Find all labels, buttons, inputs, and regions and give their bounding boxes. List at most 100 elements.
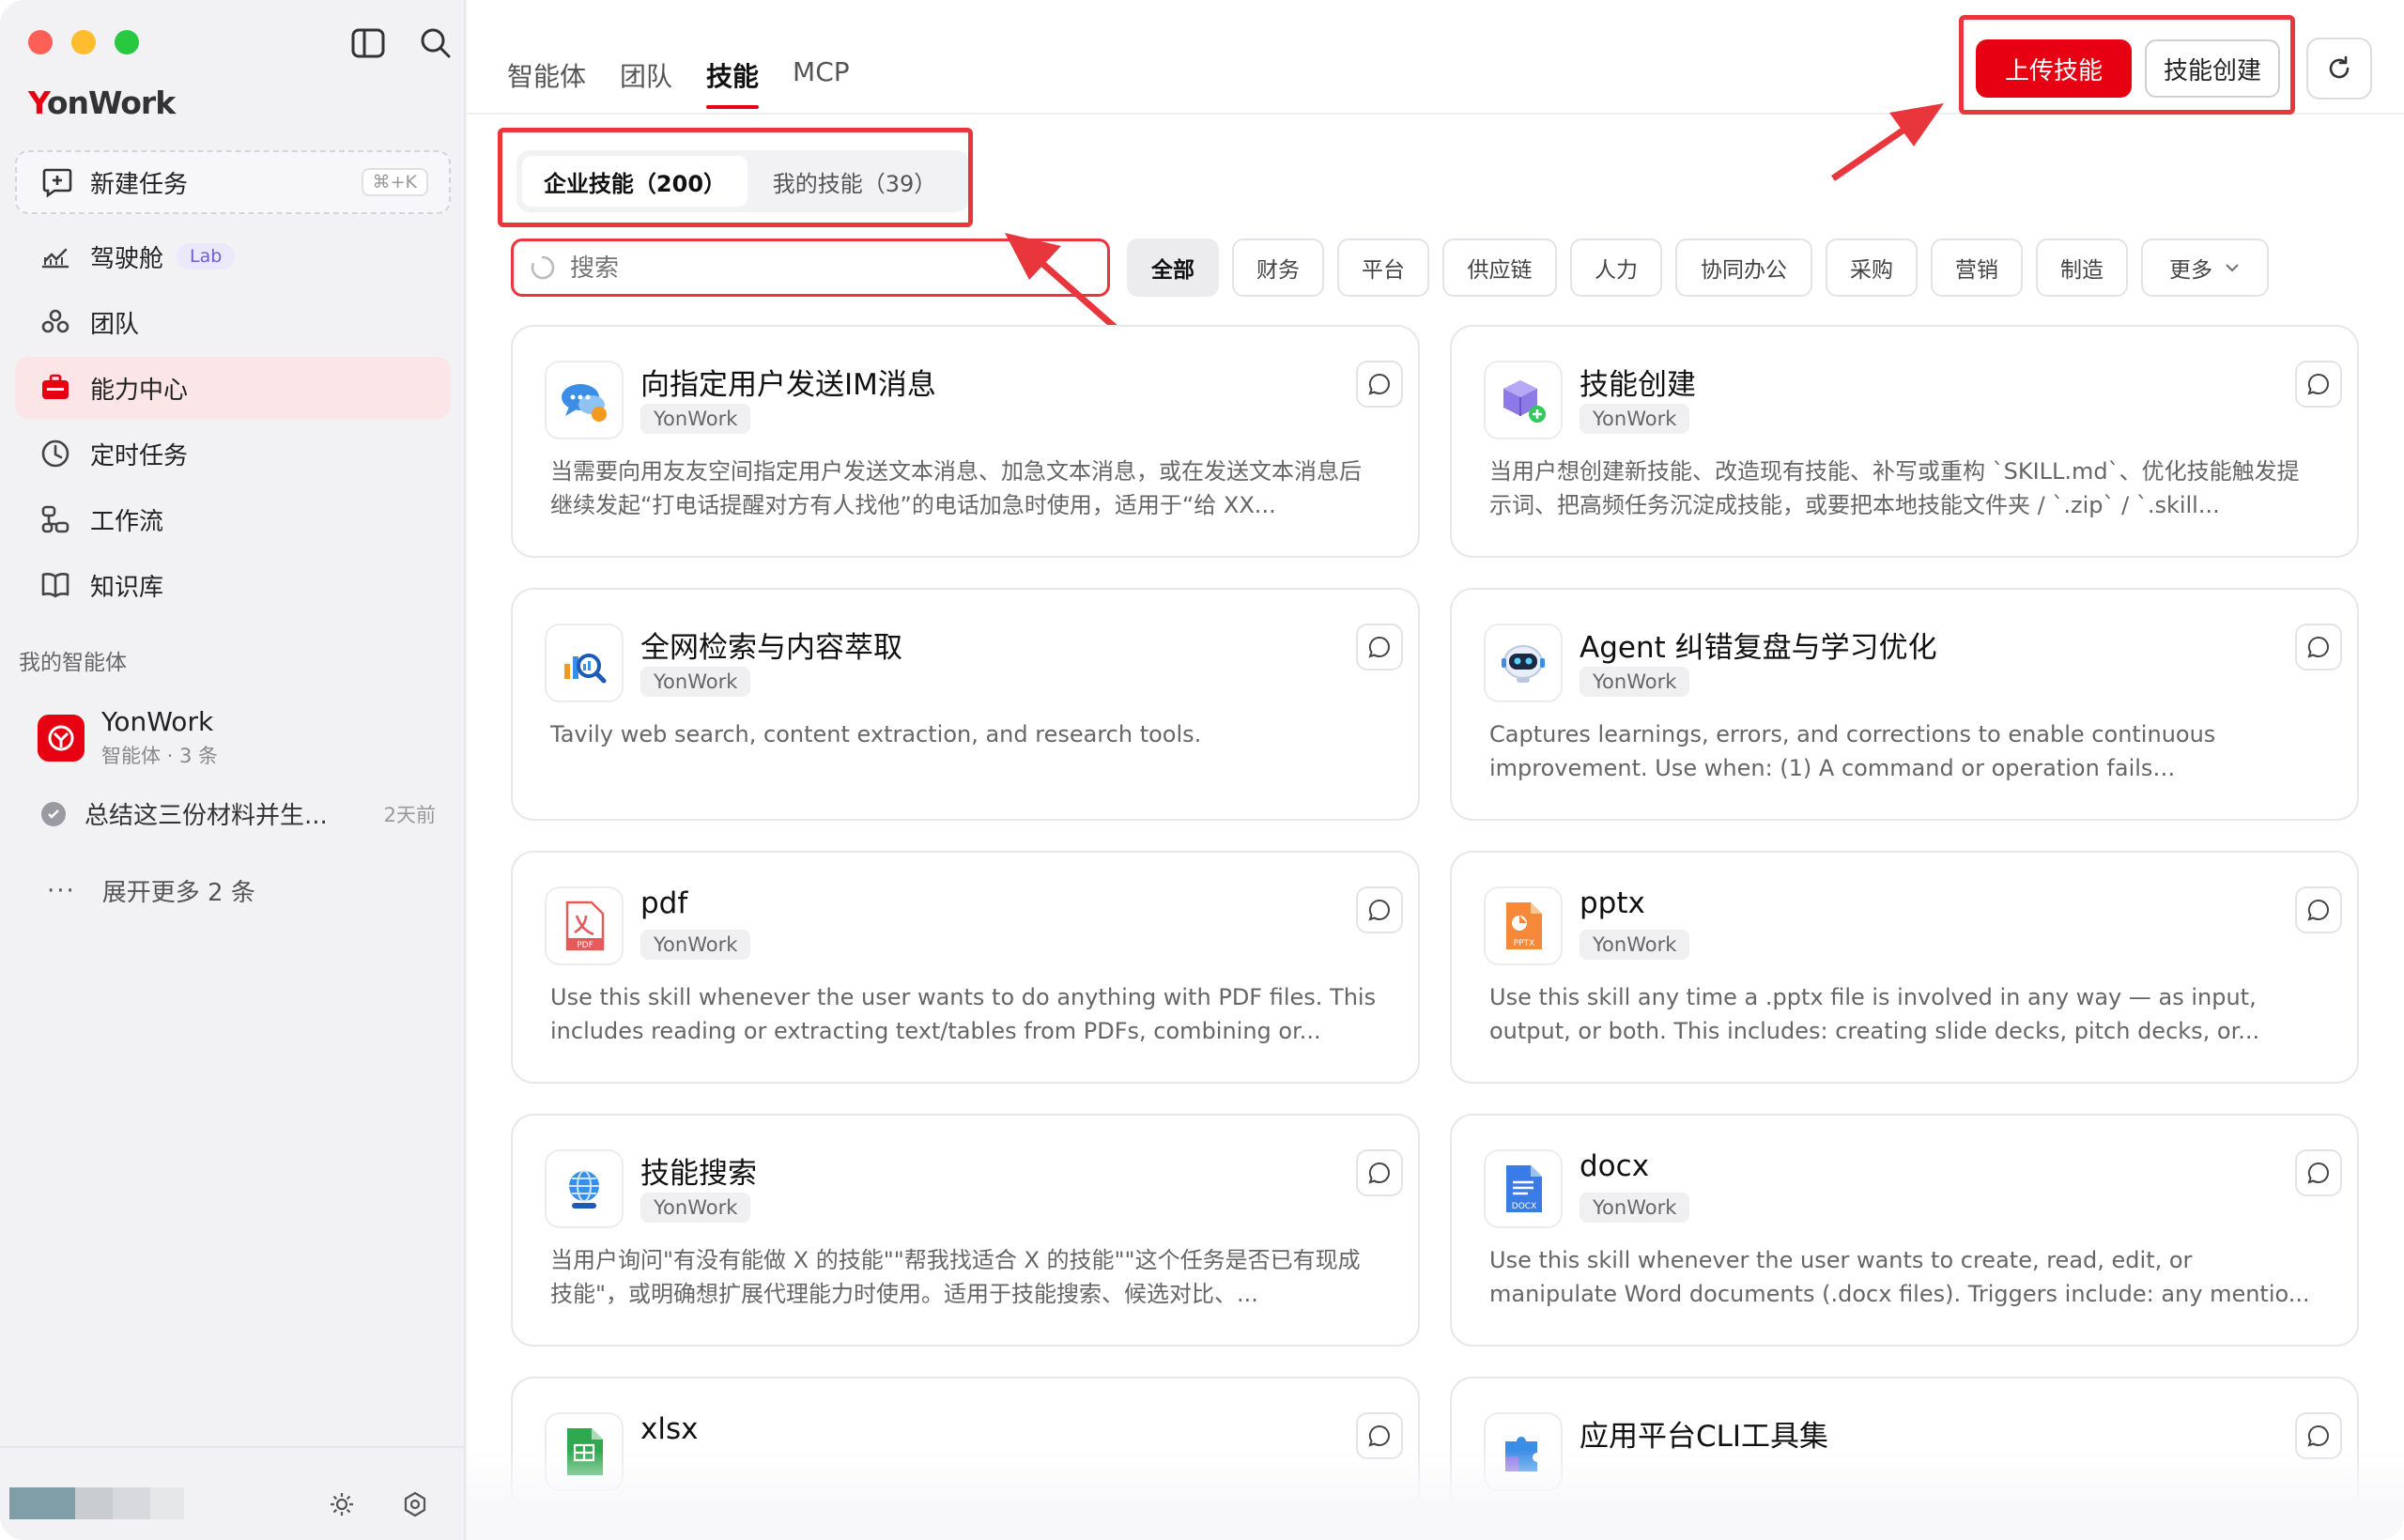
skill-tag: YonWork: [640, 930, 751, 960]
minimize-window-button[interactable]: [71, 30, 96, 54]
filter-finance[interactable]: 财务: [1232, 239, 1324, 297]
scroll-fade: [468, 1450, 2404, 1540]
sidebar-footer: [0, 1446, 466, 1540]
filter-marketing[interactable]: 营销: [1931, 239, 2023, 297]
history-item[interactable]: 总结这三份材料并生... 2天前: [41, 796, 436, 831]
sidebar-item-workflow[interactable]: 工作流: [15, 488, 451, 550]
skill-title: 技能创建: [1580, 368, 1696, 402]
chevron-down-icon: [2226, 264, 2239, 272]
sidebar-item-label: 工作流: [90, 507, 164, 536]
lab-badge: Lab: [177, 243, 236, 270]
filter-all[interactable]: 全部: [1127, 239, 1219, 297]
user-avatar[interactable]: [9, 1487, 184, 1519]
annotation-box-top-buttons: [1959, 15, 2295, 115]
skill-title: docx: [1580, 1149, 1650, 1183]
skill-description: Use this skill whenever the user wants t…: [1489, 1247, 2310, 1307]
filter-platform[interactable]: 平台: [1337, 239, 1429, 297]
skill-tag: YonWork: [1580, 667, 1690, 697]
skill-description: Use this skill any time a .pptx file is …: [1489, 984, 2260, 1044]
skill-description: Captures learnings, errors, and correcti…: [1489, 721, 2216, 781]
skill-description: 当用户想创建新技能、改造现有技能、补写或重构 `SKILL.md`、优化技能触发…: [1489, 458, 2300, 518]
theme-sun-icon[interactable]: [323, 1486, 361, 1523]
docx-file-icon: DOCX: [1484, 1149, 1563, 1228]
show-more-button[interactable]: ··· 展开更多 2 条: [47, 873, 255, 908]
annotation-box-segment: [498, 128, 973, 227]
skill-card[interactable]: DOCX docx YonWork Use this skill wheneve…: [1450, 1114, 2359, 1347]
chat-bubble-icon[interactable]: [1356, 886, 1403, 933]
skill-card[interactable]: 全网检索与内容萃取 YonWork Tavily web search, con…: [511, 588, 1420, 821]
workflow-icon: [41, 505, 69, 533]
skill-description: 当用户询问"有没有能做 X 的技能""帮我找适合 X 的技能""这个任务是否已有…: [550, 1247, 1361, 1307]
skill-card[interactable]: 技能搜索 YonWork 当用户询问"有没有能做 X 的技能""帮我找适合 X …: [511, 1114, 1420, 1347]
filter-more-label: 更多: [2169, 258, 2212, 283]
skill-card[interactable]: Agent 纠错复盘与学习优化 YonWork Captures learnin…: [1450, 588, 2359, 821]
skill-card[interactable]: PDF pdf YonWork Use this skill whenever …: [511, 851, 1420, 1084]
skill-card[interactable]: 向指定用户发送IM消息 YonWork 当需要向用友友空间指定用户发送文本消息、…: [511, 325, 1420, 558]
skill-tag: YonWork: [640, 404, 751, 434]
filter-procurement[interactable]: 采购: [1826, 239, 1918, 297]
tab-skills[interactable]: 技能: [706, 56, 760, 109]
skill-description: Tavily web search, content extraction, a…: [550, 721, 1202, 747]
close-window-button[interactable]: [28, 30, 53, 54]
agent-item-yonwork[interactable]: YonWork 智能体 · 3 条: [38, 706, 218, 769]
refresh-icon: [2329, 55, 2350, 79]
skill-card[interactable]: PPTX pptx YonWork Use this skill any tim…: [1450, 851, 2359, 1084]
sidebar-item-team[interactable]: 团队: [15, 291, 451, 353]
show-more-label: 展开更多 2 条: [101, 879, 255, 907]
svg-text:DOCX: DOCX: [1512, 1202, 1536, 1211]
skill-title: pdf: [640, 886, 688, 920]
tab-agents[interactable]: 智能体: [507, 56, 586, 109]
book-icon: [41, 573, 69, 598]
robot-icon: [1484, 624, 1563, 702]
search-icon[interactable]: [417, 24, 455, 62]
sidebar-item-label: 定时任务: [90, 441, 189, 470]
chat-bubble-icon[interactable]: [1356, 624, 1403, 670]
filter-hr[interactable]: 人力: [1570, 239, 1662, 297]
sidebar-item-scheduled-tasks[interactable]: 定时任务: [15, 423, 451, 485]
agent-name: YonWork: [101, 706, 214, 737]
skill-description: Use this skill whenever the user wants t…: [550, 984, 1377, 1044]
svg-text:PPTX: PPTX: [1514, 939, 1535, 948]
filter-supply-chain[interactable]: 供应链: [1442, 239, 1557, 297]
sidebar-item-capability-center[interactable]: 能力中心: [15, 357, 451, 419]
chat-bubble-icon[interactable]: [1356, 361, 1403, 408]
tab-team[interactable]: 团队: [620, 56, 672, 109]
new-task-shortcut: ⌘+K: [361, 168, 428, 196]
sidebar-item-label: 知识库: [90, 573, 164, 602]
skill-card[interactable]: 技能创建 YonWork 当用户想创建新技能、改造现有技能、补写或重构 `SKI…: [1450, 325, 2359, 558]
chat-bubble-icon[interactable]: [2295, 624, 2342, 670]
chat-bubbles-icon: [545, 361, 624, 439]
tab-mcp[interactable]: MCP: [793, 56, 850, 109]
category-filters: 全部 财务 平台 供应链 人力 协同办公 采购 营销 制造 更多: [1127, 239, 2269, 297]
search-input[interactable]: [570, 253, 1077, 283]
sidebar-nav: 驾驶舱 Lab 团队 能力中心 定时任务 工作流 知识库: [15, 225, 451, 620]
svg-text:PDF: PDF: [577, 941, 593, 950]
skill-tag: YonWork: [640, 1193, 751, 1223]
sidebar-item-dashboard[interactable]: 驾驶舱 Lab: [15, 225, 451, 287]
new-task-button[interactable]: 新建任务 ⌘+K: [15, 150, 451, 214]
filter-manufacturing[interactable]: 制造: [2036, 239, 2128, 297]
team-icon: [41, 309, 69, 333]
maximize-window-button[interactable]: [115, 30, 139, 54]
yonwork-agent-avatar: [38, 714, 85, 762]
chat-bubble-icon[interactable]: [2295, 1149, 2342, 1196]
skill-tag: YonWork: [640, 667, 751, 697]
settings-gear-icon[interactable]: [396, 1486, 434, 1523]
sidebar-item-label: 团队: [90, 310, 140, 339]
skill-title: 应用平台CLI工具集: [1580, 1420, 1829, 1454]
toggle-sidebar-icon[interactable]: [349, 24, 387, 62]
check-icon: [41, 801, 66, 826]
globe-icon: [545, 1149, 624, 1228]
filter-more-dropdown[interactable]: 更多: [2141, 239, 2269, 297]
chat-bubble-icon[interactable]: [1356, 1149, 1403, 1196]
filter-collaboration[interactable]: 协同办公: [1675, 239, 1812, 297]
history-title: 总结这三份材料并生...: [85, 802, 328, 830]
sidebar-item-label: 驾驶舱: [90, 244, 164, 273]
chat-bubble-icon[interactable]: [2295, 886, 2342, 933]
loading-spinner-icon: [531, 255, 555, 280]
refresh-button[interactable]: [2306, 38, 2372, 100]
chat-bubble-icon[interactable]: [2295, 361, 2342, 408]
sidebar-item-knowledge-base[interactable]: 知识库: [15, 554, 451, 616]
agent-subtitle: 智能体 · 3 条: [101, 745, 219, 767]
skill-title: xlsx: [640, 1412, 699, 1446]
